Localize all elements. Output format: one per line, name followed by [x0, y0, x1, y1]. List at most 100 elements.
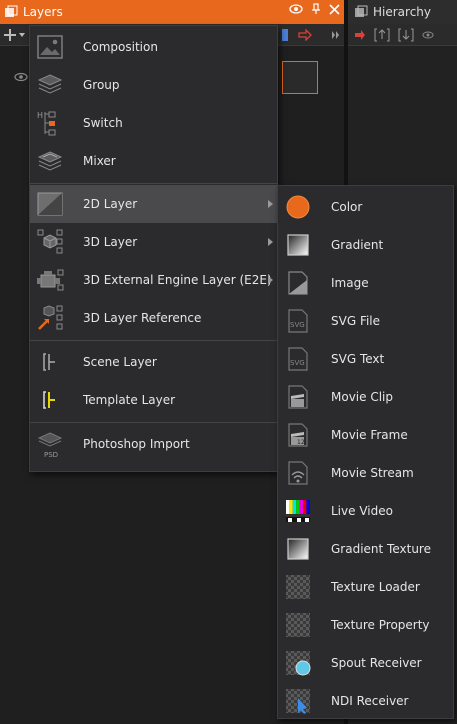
switch-icon: H	[37, 111, 56, 136]
submenu-item-label: Color	[331, 200, 363, 214]
group-icon	[37, 74, 63, 94]
svg-text:SVG: SVG	[290, 359, 305, 367]
submenu-item-gradient-texture[interactable]: Gradient Texture	[278, 530, 453, 568]
layer-toolbar-tool-icon[interactable]	[281, 28, 289, 42]
submenu-item-label: SVG File	[331, 314, 381, 328]
live-video-icon	[286, 500, 310, 522]
menu-item-label: Scene Layer	[83, 355, 157, 369]
hierarchy-panel-icon	[355, 5, 368, 17]
submenu-item-texture-property[interactable]: Texture Property	[278, 606, 453, 644]
submenu-item-label: Spout Receiver	[331, 656, 422, 670]
submenu-item-gradient[interactable]: Gradient	[278, 226, 453, 264]
add-layer-menu: Composition Group H Switch Mixer 2D Laye…	[29, 25, 278, 472]
submenu-arrow-icon	[268, 276, 273, 284]
submenu-item-ndi-receiver[interactable]: NDI Receiver	[278, 682, 453, 720]
add-layer-icon[interactable]	[4, 28, 26, 42]
menu-item-label: 3D External Engine Layer (E2E)	[83, 273, 272, 287]
submenu-item-color[interactable]: Color	[278, 188, 453, 226]
menu-item-template-layer[interactable]: Template Layer	[30, 381, 277, 419]
hierarchy-eye-icon[interactable]	[422, 30, 434, 40]
submenu-item-svg-file[interactable]: SVG SVG File	[278, 302, 453, 340]
menu-item-3d-layer-reference[interactable]: 3D Layer Reference	[30, 299, 277, 337]
composition-icon	[37, 35, 63, 59]
menu-item-3d-layer[interactable]: 3D Layer	[30, 223, 277, 261]
pin-icon[interactable]	[311, 3, 321, 15]
layers-panel-titlebar[interactable]: Layers	[0, 0, 344, 24]
gradient-texture-icon	[287, 538, 309, 560]
menu-item-2d-layer[interactable]: 2D Layer	[30, 185, 277, 223]
menu-separator	[30, 183, 277, 184]
move-right-icon[interactable]	[298, 29, 312, 41]
ndi-receiver-icon	[286, 689, 310, 714]
menu-item-photoshop-import[interactable]: PSD Photoshop Import	[30, 425, 277, 463]
menu-separator	[30, 340, 277, 341]
texture-property-icon	[286, 613, 310, 637]
menu-item-e2e-layer[interactable]: 3D External Engine Layer (E2E)	[30, 261, 277, 299]
menu-item-group[interactable]: Group	[30, 66, 277, 104]
submenu-item-label: Live Video	[331, 504, 393, 518]
submenu-item-label: Movie Clip	[331, 390, 393, 404]
move-up-icon[interactable]	[374, 28, 390, 42]
3d-layer-icon	[37, 229, 63, 254]
menu-item-label: Mixer	[83, 154, 116, 168]
submenu-item-spout-receiver[interactable]: Spout Receiver	[278, 644, 453, 682]
submenu-item-movie-frame[interactable]: 12 Movie Frame	[278, 416, 453, 454]
submenu-item-image[interactable]: Image	[278, 264, 453, 302]
menu-item-label: Template Layer	[83, 393, 176, 407]
submenu-item-label: SVG Text	[331, 352, 385, 366]
menu-item-scene-layer[interactable]: Scene Layer	[30, 343, 277, 381]
movie-frame-icon: 12	[288, 423, 308, 447]
submenu-item-live-video[interactable]: Live Video	[278, 492, 453, 530]
layer-visibility-eye-icon[interactable]	[14, 72, 28, 82]
move-down-icon[interactable]	[398, 28, 414, 42]
close-icon[interactable]	[329, 3, 340, 15]
menu-item-label: Group	[83, 78, 120, 92]
submenu-item-label: Texture Property	[331, 618, 430, 632]
submenu-arrow-icon	[268, 238, 273, 246]
submenu-item-label: Gradient Texture	[331, 542, 431, 556]
svg-text:12: 12	[297, 439, 305, 446]
menu-item-label: 3D Layer Reference	[83, 311, 202, 325]
svg-text-icon: SVG	[288, 347, 308, 371]
movie-stream-icon	[288, 461, 308, 485]
color-icon	[286, 195, 310, 219]
app-root: Layers Hierarchy Composition Group H Swi…	[0, 0, 457, 724]
3d-layer-reference-icon	[38, 305, 63, 330]
submenu-item-label: Gradient	[331, 238, 384, 252]
menu-item-label: Photoshop Import	[83, 437, 190, 451]
hierarchy-toolbar	[348, 24, 457, 46]
menu-separator	[30, 422, 277, 423]
hierarchy-panel-title: Hierarchy	[373, 5, 432, 19]
texture-loader-icon	[286, 575, 310, 599]
movie-clip-icon	[288, 385, 308, 409]
gradient-icon	[287, 234, 309, 256]
template-layer-icon	[43, 391, 55, 409]
submenu-item-label: NDI Receiver	[331, 694, 409, 708]
2d-layer-icon	[37, 192, 63, 216]
hierarchy-panel-titlebar[interactable]: Hierarchy	[348, 0, 457, 24]
submenu-item-svg-text[interactable]: SVG SVG Text	[278, 340, 453, 378]
menu-item-composition[interactable]: Composition	[30, 28, 277, 66]
svg-text:SVG: SVG	[290, 321, 305, 329]
layers-panel-icon	[5, 5, 18, 17]
hierarchy-move-right-icon[interactable]	[354, 29, 366, 41]
menu-item-switch[interactable]: H Switch	[30, 104, 277, 142]
submenu-item-texture-loader[interactable]: Texture Loader	[278, 568, 453, 606]
menu-item-mixer[interactable]: Mixer	[30, 142, 277, 180]
eye-icon[interactable]	[289, 4, 303, 14]
selected-layer-row[interactable]	[282, 61, 318, 94]
menu-item-label: 3D Layer	[83, 235, 138, 249]
chevron-right-icon[interactable]	[331, 31, 341, 39]
menu-item-label: Switch	[83, 116, 123, 130]
spout-receiver-icon	[286, 651, 311, 676]
submenu-arrow-icon	[268, 200, 273, 208]
mixer-icon	[37, 151, 63, 171]
image-icon	[288, 271, 308, 295]
submenu-item-label: Movie Frame	[331, 428, 408, 442]
submenu-item-movie-clip[interactable]: Movie Clip	[278, 378, 453, 416]
menu-item-label: 2D Layer	[83, 197, 138, 211]
scene-layer-icon	[43, 353, 55, 371]
submenu-item-movie-stream[interactable]: Movie Stream	[278, 454, 453, 492]
2d-layer-submenu: Color Gradient Image SVG SVG File SVG SV…	[277, 185, 454, 719]
submenu-item-label: Image	[331, 276, 369, 290]
